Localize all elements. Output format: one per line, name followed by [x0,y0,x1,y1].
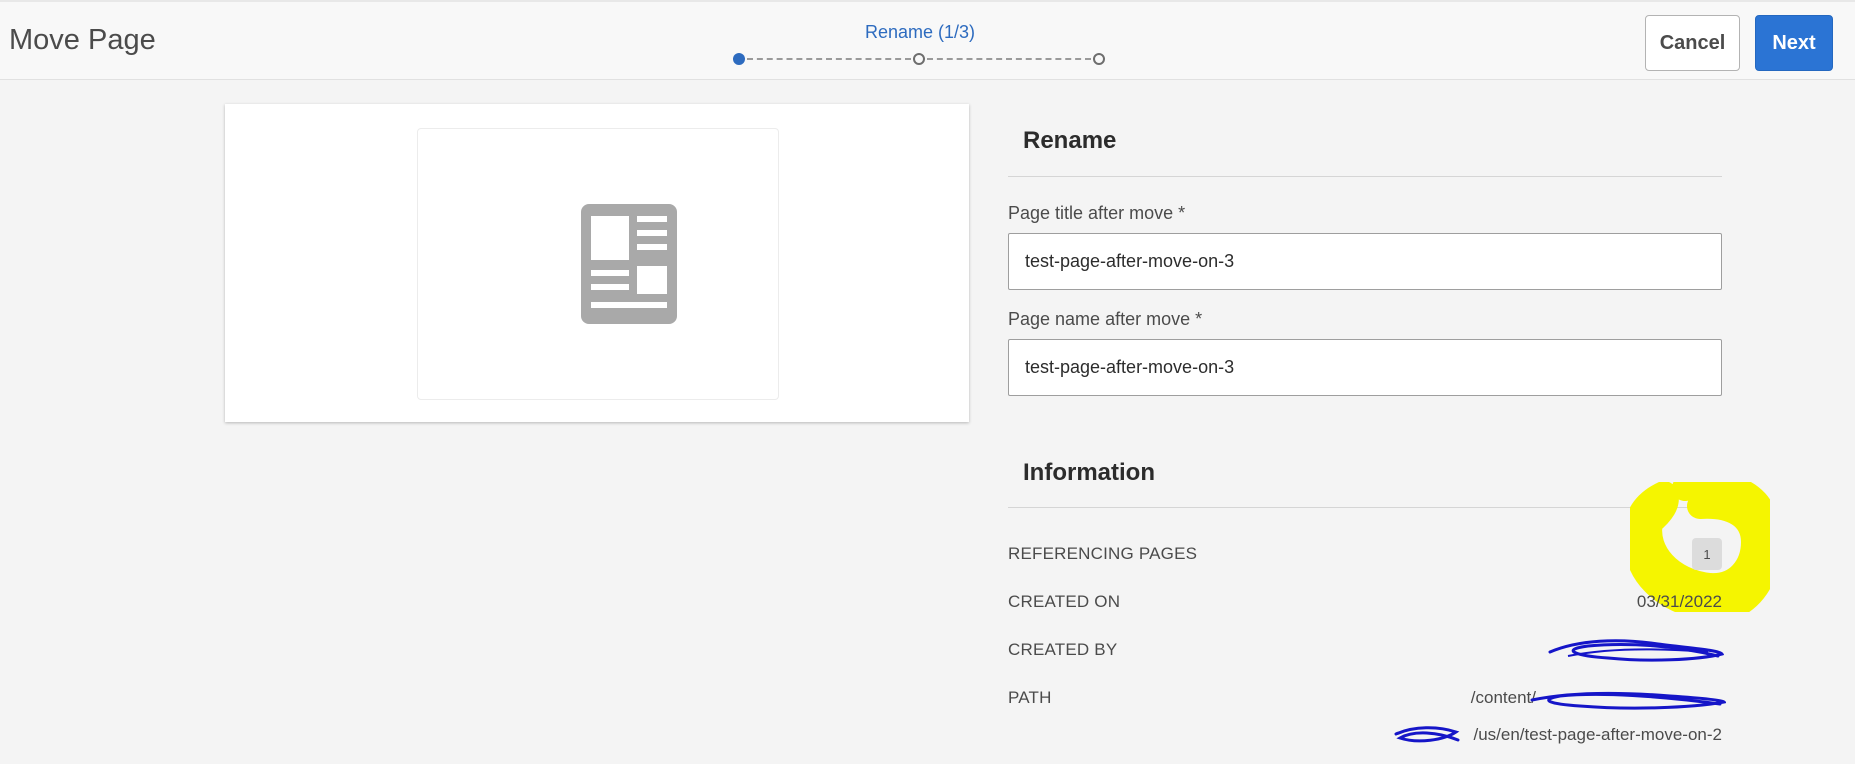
path-label: PATH [1008,688,1052,707]
wizard-step-1 [733,53,745,65]
page-title: Move Page [9,24,156,56]
wizard-progress [733,52,1113,66]
information-divider [1008,507,1722,508]
page-name-input[interactable] [1008,339,1722,396]
created-on-label: CREATED ON [1008,592,1121,611]
page-name-label: Page name after move * [1008,309,1203,329]
created-on-value: 03/31/2022 [1636,592,1722,611]
page-preview-card [225,104,969,422]
referencing-pages-count-badge[interactable]: 1 [1692,538,1722,570]
created-by-label: CREATED BY [1008,640,1118,659]
wizard-step-3 [1093,53,1105,65]
path-value-line-2: /us/en/test-page-after-move-on-2 [1473,725,1722,744]
next-button[interactable]: Next [1755,15,1833,71]
page-template-icon [581,204,677,324]
wizard-step-connector [927,58,1091,60]
path-prefix: /content/ [1470,688,1536,707]
wizard-step-2 [913,53,925,65]
redaction-scribble [1394,726,1460,743]
page-title-label: Page title after move * [1008,203,1186,223]
rename-divider [1008,176,1722,177]
cancel-button[interactable]: Cancel [1645,15,1740,71]
information-heading: Information [1023,459,1155,486]
top-bar: Move Page Rename (1/3) Cancel Next [0,0,1855,80]
referencing-pages-label: REFERENCING PAGES [1008,544,1198,563]
redaction-scribble [1530,691,1726,710]
rename-heading: Rename [1023,127,1117,154]
redaction-scribble [1548,639,1724,662]
wizard-step-label: Rename (1/3) [864,22,976,42]
wizard-step-connector [747,58,911,60]
page-title-input[interactable] [1008,233,1722,290]
